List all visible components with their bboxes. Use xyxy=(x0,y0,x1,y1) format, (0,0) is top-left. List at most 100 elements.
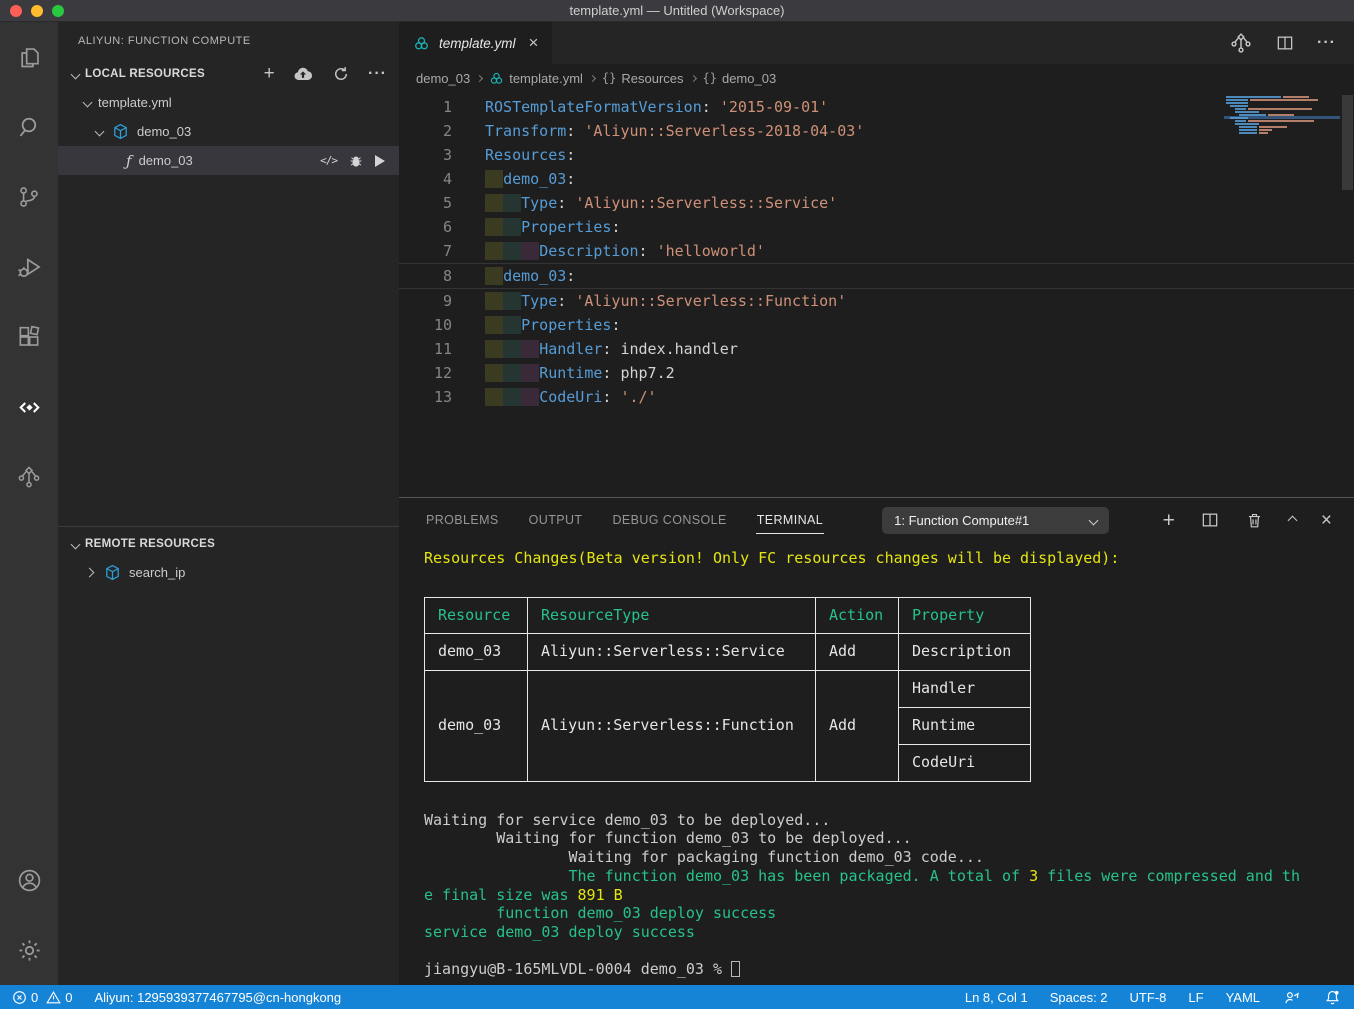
terminal-line: Waiting for packaging function demo_03 c… xyxy=(424,848,1354,867)
panel-tab-output[interactable]: OUTPUT xyxy=(528,507,584,534)
code-line[interactable]: 5 Type: 'Aliyun::Serverless::Service' xyxy=(399,191,1354,215)
collapse-chevron-icon xyxy=(83,98,93,108)
breadcrumb-label: demo_03 xyxy=(416,71,470,86)
terminal-selector-dropdown[interactable]: 1: Function Compute#1 xyxy=(882,507,1109,534)
collapse-chevron-icon xyxy=(71,539,81,549)
invoke-play-icon[interactable] xyxy=(375,155,385,167)
explorer-icon[interactable] xyxy=(0,22,58,92)
refresh-icon[interactable] xyxy=(331,64,351,84)
breadcrumb-item[interactable]: template.yml xyxy=(489,71,583,86)
remote-resources-section: REMOTE RESOURCES search_ip xyxy=(58,526,399,587)
zoom-window-button[interactable] xyxy=(52,5,64,17)
code-line[interactable]: 4 demo_03: xyxy=(399,167,1354,191)
code-line-text: demo_03: xyxy=(452,167,575,191)
breadcrumb-item[interactable]: demo_03 xyxy=(416,71,470,86)
minimap[interactable] xyxy=(1226,94,1338,144)
add-resource-icon[interactable]: + xyxy=(264,63,275,85)
code-line[interactable]: 12 Runtime: php7.2 xyxy=(399,361,1354,385)
split-editor-icon[interactable] xyxy=(1275,33,1295,53)
line-number: 1 xyxy=(399,95,452,119)
table-header-cell: Property xyxy=(899,597,1031,633)
eol-status[interactable]: LF xyxy=(1188,990,1203,1005)
new-terminal-icon[interactable]: + xyxy=(1163,510,1175,531)
problems-indicator[interactable]: 0 0 xyxy=(12,990,72,1005)
cube-icon xyxy=(111,122,130,141)
line-number: 6 xyxy=(399,215,452,239)
code-line[interactable]: 11 Handler: index.handler xyxy=(399,337,1354,361)
close-tab-icon[interactable]: × xyxy=(529,33,539,53)
code-lines: 1ROSTemplateFormatVersion: '2015-09-01'2… xyxy=(399,92,1354,409)
minimize-window-button[interactable] xyxy=(31,5,43,17)
activity-bar xyxy=(0,22,58,985)
kill-terminal-trash-icon[interactable] xyxy=(1245,511,1264,530)
code-line[interactable]: 10 Properties: xyxy=(399,313,1354,337)
split-terminal-icon[interactable] xyxy=(1200,510,1220,530)
breadcrumb: demo_03 template.yml {}Resources {}demo_03 xyxy=(399,64,1354,92)
code-line[interactable]: 2Transform: 'Aliyun::Serverless-2018-04-… xyxy=(399,119,1354,143)
feedback-icon[interactable] xyxy=(1282,988,1301,1007)
panel-tab-debug-console[interactable]: DEBUG CONSOLE xyxy=(611,507,727,534)
code-line-text: Runtime: php7.2 xyxy=(452,361,675,385)
expand-chevron-icon xyxy=(85,568,95,578)
table-cell: demo_03 xyxy=(425,670,528,781)
deploy-cloud-upload-icon[interactable] xyxy=(292,63,314,85)
code-line[interactable]: 7 Description: 'helloworld' xyxy=(399,239,1354,263)
code-line[interactable]: 3Resources: xyxy=(399,143,1354,167)
tree-item-label: template.yml xyxy=(98,95,172,110)
panel-tab-problems[interactable]: PROBLEMS xyxy=(425,507,500,534)
code-line[interactable]: 9 Type: 'Aliyun::Serverless::Function' xyxy=(399,289,1354,313)
more-actions-icon[interactable]: ··· xyxy=(368,65,387,83)
breadcrumb-item[interactable]: {}Resources xyxy=(602,71,684,86)
ros-deploy-action-icon[interactable] xyxy=(1229,31,1253,55)
indentation-status[interactable]: Spaces: 2 xyxy=(1050,990,1108,1005)
panel-tab-terminal[interactable]: TERMINAL xyxy=(756,507,824,534)
editor-scrollbar[interactable] xyxy=(1342,95,1353,190)
maximize-panel-chevron-icon[interactable] xyxy=(1287,515,1297,525)
terminal-log: Waiting for service demo_03 to be deploy… xyxy=(424,811,1354,979)
extensions-icon[interactable] xyxy=(0,302,58,372)
breadcrumb-label: Resources xyxy=(621,71,683,86)
tab-template-yml[interactable]: template.yml × xyxy=(399,22,553,64)
aliyun-ros-icon[interactable] xyxy=(0,442,58,512)
run-debug-icon[interactable] xyxy=(0,232,58,302)
open-code-icon[interactable]: </> xyxy=(320,154,337,167)
code-line[interactable]: 13 CodeUri: './' xyxy=(399,385,1354,409)
minimap-line xyxy=(1235,111,1259,113)
code-line[interactable]: 6 Properties: xyxy=(399,215,1354,239)
tree-item-search-ip[interactable]: search_ip xyxy=(58,558,399,587)
terminal-selector-value: 1: Function Compute#1 xyxy=(894,513,1029,528)
remote-resources-header[interactable]: REMOTE RESOURCES xyxy=(58,530,399,558)
table-cell: Add xyxy=(816,633,899,670)
language-mode-status[interactable]: YAML xyxy=(1226,990,1260,1005)
tree-item-service-demo-03[interactable]: demo_03 xyxy=(58,117,399,146)
collapse-chevron-icon xyxy=(71,69,81,79)
tab-bar-empty xyxy=(553,22,1211,64)
tree-item-template-yml[interactable]: template.yml xyxy=(58,88,399,117)
tab-bar: template.yml × ··· xyxy=(399,22,1354,64)
notifications-bell-icon[interactable] xyxy=(1323,988,1342,1007)
breadcrumb-item[interactable]: {}demo_03 xyxy=(703,71,777,86)
local-resources-header[interactable]: LOCAL RESOURCES + ··· xyxy=(58,60,399,88)
terminal-line: function demo_03 deploy success xyxy=(424,904,1354,923)
close-panel-icon[interactable]: × xyxy=(1321,511,1332,530)
code-line[interactable]: 1ROSTemplateFormatVersion: '2015-09-01' xyxy=(399,95,1354,119)
cursor-position-status[interactable]: Ln 8, Col 1 xyxy=(965,990,1028,1005)
close-window-button[interactable] xyxy=(10,5,22,17)
aliyun-serverless-icon[interactable] xyxy=(0,372,58,442)
source-control-icon[interactable] xyxy=(0,162,58,232)
search-icon[interactable] xyxy=(0,92,58,162)
line-number: 12 xyxy=(399,361,452,385)
code-editor[interactable]: 1ROSTemplateFormatVersion: '2015-09-01'2… xyxy=(399,92,1354,497)
line-number: 11 xyxy=(399,337,452,361)
debug-bug-icon[interactable] xyxy=(347,152,365,170)
settings-gear-icon[interactable] xyxy=(0,915,58,985)
terminal-output[interactable]: Resources Changes(Beta version! Only FC … xyxy=(399,542,1354,985)
remote-resources-label: REMOTE RESOURCES xyxy=(85,538,215,550)
tree-item-function-demo-03[interactable]: ƒ demo_03 </> xyxy=(58,146,399,175)
aliyun-account-status[interactable]: Aliyun: 1295939377467795@cn-hongkong xyxy=(94,990,341,1005)
terminal-line xyxy=(424,942,1354,961)
more-actions-icon[interactable]: ··· xyxy=(1317,34,1336,52)
accounts-icon[interactable] xyxy=(0,845,58,915)
code-line[interactable]: 8 demo_03: xyxy=(399,263,1354,289)
encoding-status[interactable]: UTF-8 xyxy=(1130,990,1167,1005)
